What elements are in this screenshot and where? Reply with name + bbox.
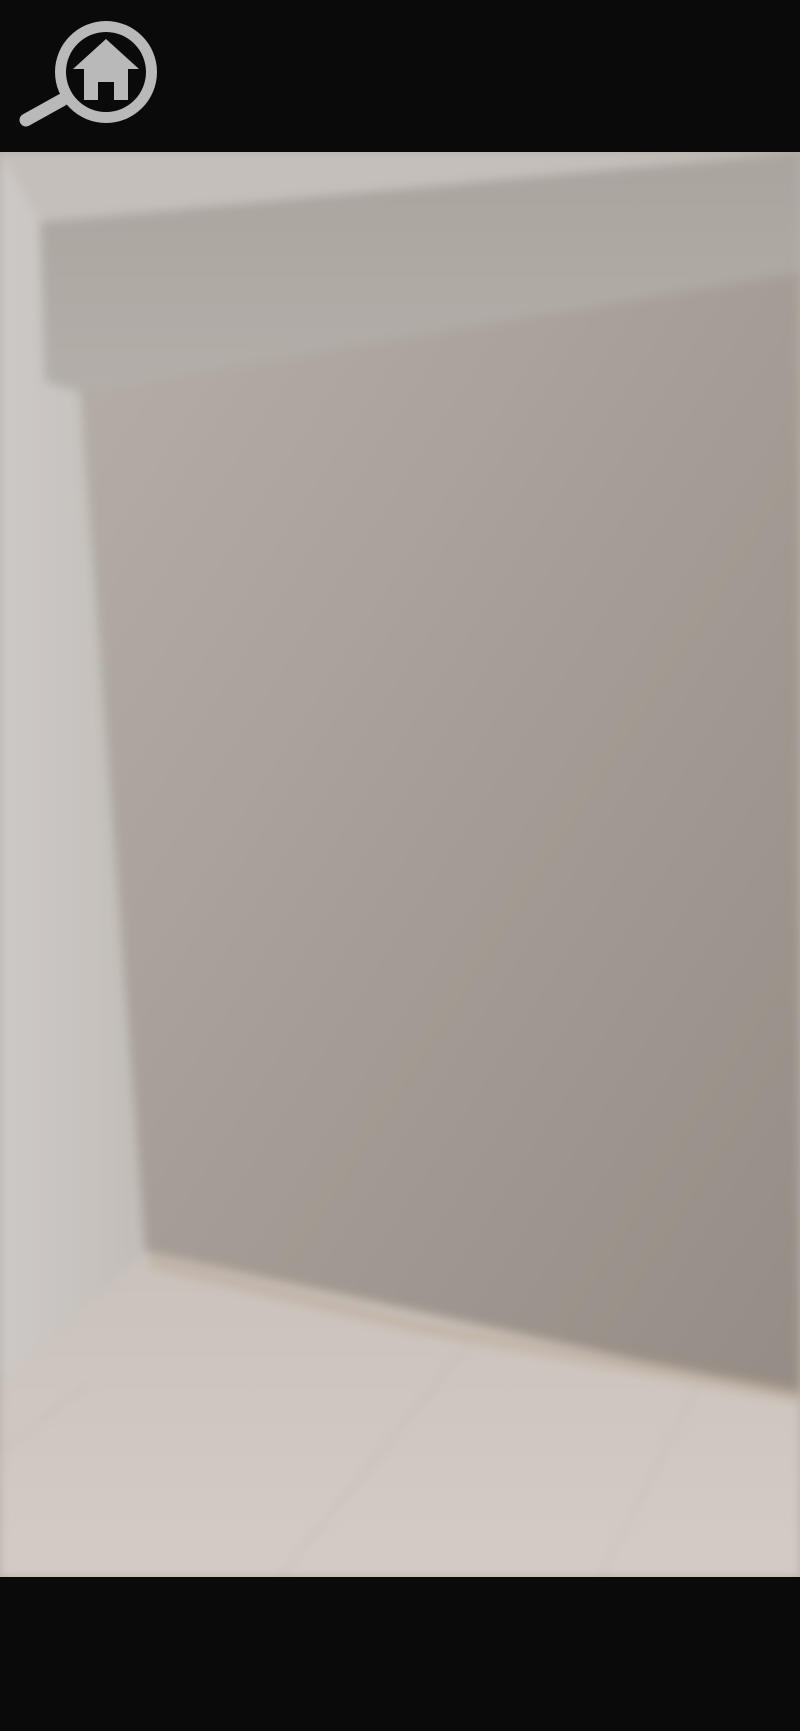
house-magnifier-icon (19, 21, 157, 127)
room-photo (0, 152, 800, 1577)
bottom-bar (0, 1577, 800, 1731)
home-search-logo-button[interactable] (18, 16, 170, 134)
top-bar (0, 0, 800, 152)
photo-viewer[interactable] (0, 152, 800, 1577)
app-screen (0, 0, 800, 1731)
